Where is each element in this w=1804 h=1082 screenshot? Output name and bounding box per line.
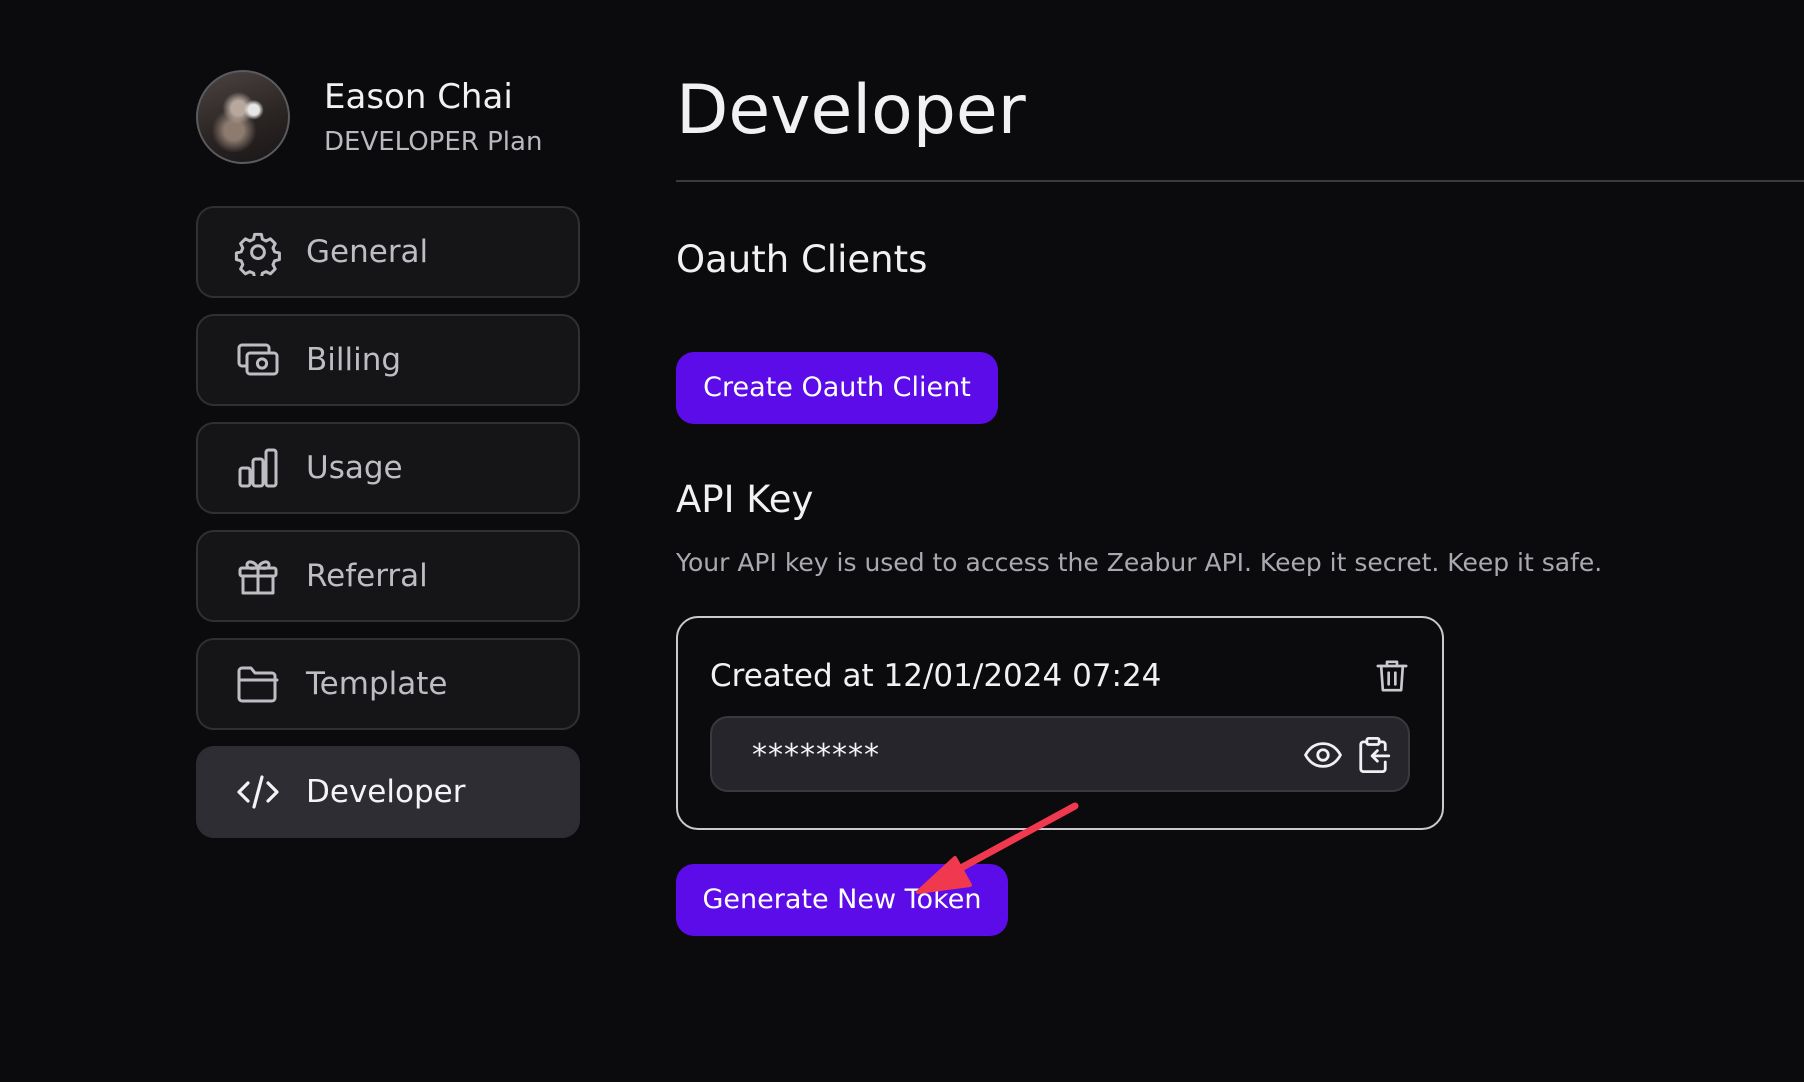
folder-icon xyxy=(234,660,282,708)
sidebar-item-usage[interactable]: Usage xyxy=(196,422,580,514)
profile-header: Eason Chai DEVELOPER Plan xyxy=(196,70,542,164)
profile-name: Eason Chai xyxy=(324,77,513,117)
clipboard-copy-icon[interactable] xyxy=(1352,734,1394,776)
sidebar-item-general[interactable]: General xyxy=(196,206,580,298)
gear-icon xyxy=(234,228,282,276)
sidebar-item-referral[interactable]: Referral xyxy=(196,530,580,622)
sidebar-item-label: Developer xyxy=(306,774,466,810)
trash-icon[interactable] xyxy=(1372,656,1412,696)
api-key-card: Created at 12/01/2024 07:24 ******** xyxy=(676,616,1444,830)
oauth-section-title: Oauth Clients xyxy=(676,238,928,281)
sidebar-item-billing[interactable]: Billing xyxy=(196,314,580,406)
api-key-field[interactable]: ******** xyxy=(710,716,1410,792)
settings-page: Eason Chai DEVELOPER Plan General Billin… xyxy=(0,0,1804,1082)
sidebar-item-label: General xyxy=(306,234,429,270)
generate-new-token-button[interactable]: Generate New Token xyxy=(676,864,1008,936)
api-key-section-title: API Key xyxy=(676,478,814,521)
profile-plan: DEVELOPER Plan xyxy=(324,127,543,157)
sidebar-item-developer[interactable]: Developer xyxy=(196,746,580,838)
create-oauth-client-button[interactable]: Create Oauth Client xyxy=(676,352,998,424)
avatar[interactable] xyxy=(196,70,290,164)
eye-icon[interactable] xyxy=(1302,734,1344,776)
billing-icon xyxy=(234,336,282,384)
code-icon xyxy=(234,768,282,816)
bar-chart-icon xyxy=(234,444,282,492)
sidebar-item-label: Billing xyxy=(306,342,402,378)
sidebar-item-label: Referral xyxy=(306,558,428,594)
page-title: Developer xyxy=(676,71,1026,150)
api-key-description: Your API key is used to access the Zeabu… xyxy=(676,548,1603,577)
title-divider xyxy=(676,180,1804,182)
api-key-masked-value: ******** xyxy=(752,738,880,773)
api-key-created-label: Created at 12/01/2024 07:24 xyxy=(710,658,1162,694)
sidebar-item-template[interactable]: Template xyxy=(196,638,580,730)
sidebar-item-label: Usage xyxy=(306,450,403,486)
gift-icon xyxy=(234,552,282,600)
profile-text: Eason Chai DEVELOPER Plan xyxy=(324,77,542,157)
sidebar-nav: General Billing Usage Referral Template … xyxy=(196,206,580,854)
sidebar-item-label: Template xyxy=(306,666,448,702)
